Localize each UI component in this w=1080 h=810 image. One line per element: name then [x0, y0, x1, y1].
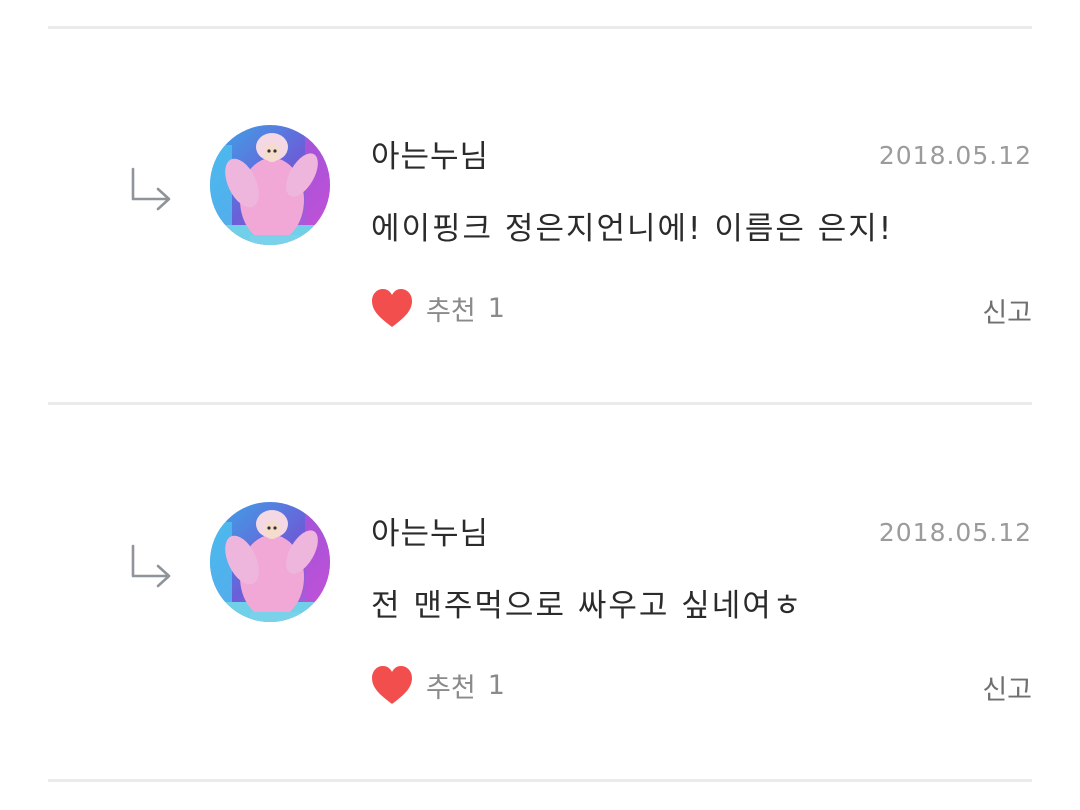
- comment-date: 2018.05.12: [878, 518, 1032, 547]
- reply-arrow-icon: [131, 544, 171, 588]
- reply-arrow-icon: [131, 167, 171, 211]
- divider: [48, 779, 1032, 782]
- report-button[interactable]: 신고: [982, 668, 1032, 707]
- like-button[interactable]: 추천 1: [370, 285, 505, 331]
- comment-date: 2018.05.12: [878, 141, 1032, 170]
- avatar-photo: [210, 125, 330, 245]
- reply-comment: 아는누님 2018.05.12 에이핑크 정은지언니에! 이름은 은지! 추천 …: [0, 125, 1080, 425]
- heart-icon: [372, 666, 412, 704]
- report-button[interactable]: 신고: [982, 291, 1032, 330]
- avatar[interactable]: [210, 502, 330, 622]
- divider: [48, 402, 1032, 405]
- reply-comment: 아는누님 2018.05.12 전 맨주먹으로 싸우고 싶네여ㅎ 추천 1 신고: [0, 502, 1080, 802]
- comment-author: 아는누님: [371, 516, 490, 552]
- like-button[interactable]: 추천 1: [370, 662, 505, 708]
- heart-icon: [372, 289, 412, 327]
- like-count: 1: [487, 292, 505, 324]
- like-count: 1: [487, 669, 505, 701]
- avatar-photo: [210, 502, 330, 622]
- comment-text: 전 맨주먹으로 싸우고 싶네여ㅎ: [371, 588, 804, 624]
- comment-text: 에이핑크 정은지언니에! 이름은 은지!: [371, 211, 894, 247]
- like-label: 추천: [426, 672, 476, 704]
- like-label: 추천: [426, 295, 476, 327]
- comment-author: 아는누님: [371, 139, 490, 175]
- avatar[interactable]: [210, 125, 330, 245]
- divider: [48, 26, 1032, 29]
